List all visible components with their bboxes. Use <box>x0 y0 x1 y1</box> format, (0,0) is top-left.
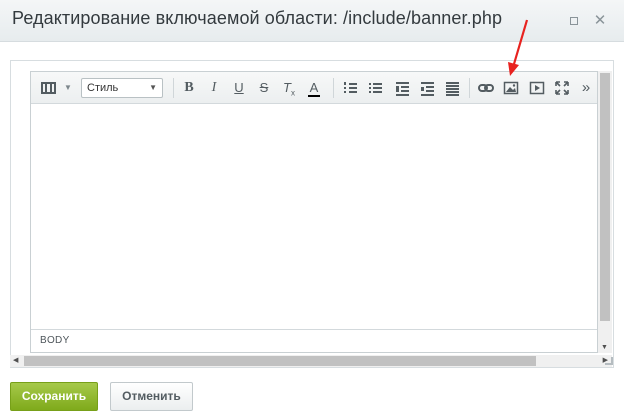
font-color-button[interactable]: A <box>306 77 322 99</box>
unordered-list-icon <box>369 82 382 94</box>
align-icon <box>446 82 459 96</box>
link-button[interactable] <box>477 77 495 99</box>
ordered-list-button[interactable] <box>341 77 359 99</box>
toolbar-divider <box>469 78 470 98</box>
insert-image-button[interactable] <box>502 77 520 99</box>
insert-video-button[interactable] <box>528 77 546 99</box>
editor-status-bar: BODY <box>31 329 597 352</box>
editor-content[interactable] <box>31 105 597 329</box>
resize-grip-icon[interactable] <box>605 357 613 365</box>
outdent-icon <box>421 82 434 96</box>
ordered-list-icon <box>344 82 357 94</box>
expand-box <box>570 17 578 25</box>
style-select[interactable]: Стиль ▼ <box>81 78 163 98</box>
horizontal-scrollbar-thumb[interactable] <box>24 356 536 366</box>
font-color-swatch <box>308 95 320 97</box>
remove-format-icon: T <box>283 80 291 95</box>
horizontal-scrollbar[interactable]: ◀ ▶ <box>10 355 612 367</box>
indent-button[interactable] <box>393 77 411 99</box>
chevron-down-icon: ▼ <box>64 83 72 92</box>
vertical-scrollbar-thumb[interactable] <box>600 73 610 321</box>
scroll-down-arrow-icon[interactable]: ▼ <box>601 344 608 351</box>
status-path-body[interactable]: BODY <box>40 335 70 346</box>
more-button[interactable]: » <box>578 77 594 99</box>
indent-icon <box>396 82 409 96</box>
editor-mode-button[interactable]: ▼ <box>36 77 76 99</box>
include-area-dialog: Редактирование включаемой области: /incl… <box>0 0 624 420</box>
font-color-icon: A <box>309 80 319 95</box>
toolbar-divider <box>173 78 174 98</box>
unordered-list-button[interactable] <box>366 77 384 99</box>
outdent-button[interactable] <box>418 77 436 99</box>
image-icon <box>503 81 519 95</box>
align-button[interactable] <box>443 77 461 99</box>
dialog-title-bar[interactable]: Редактирование включаемой области: /incl… <box>0 0 624 42</box>
scroll-left-arrow-icon[interactable]: ◀ <box>13 355 18 367</box>
remove-format-sub: x <box>290 88 295 98</box>
editor-toolbar: ▼ Стиль ▼ B I U S Tx A » <box>31 72 597 104</box>
toolbar-divider <box>333 78 334 98</box>
bold-button[interactable]: B <box>181 77 197 99</box>
underline-button[interactable]: U <box>231 77 247 99</box>
video-icon <box>529 81 545 95</box>
save-button[interactable]: Сохранить <box>10 382 98 411</box>
dialog-title: Редактирование включаемой области: /incl… <box>12 8 503 28</box>
fullscreen-icon <box>555 81 569 95</box>
remove-format-button[interactable]: Tx <box>281 77 297 99</box>
link-icon <box>478 84 494 92</box>
strikethrough-button[interactable]: S <box>256 77 272 99</box>
cancel-button[interactable]: Отменить <box>110 382 193 411</box>
fullscreen-button[interactable] <box>553 77 571 99</box>
italic-button[interactable]: I <box>206 77 222 99</box>
expand-icon[interactable] <box>566 13 582 29</box>
chevron-down-icon: ▼ <box>149 83 157 92</box>
close-icon[interactable]: ✕ <box>592 13 608 29</box>
html-editor: ▼ Стиль ▼ B I U S Tx A » BODY <box>30 71 598 353</box>
film-icon <box>41 82 56 94</box>
vertical-scrollbar[interactable]: ▼ <box>598 71 612 353</box>
style-select-value: Стиль <box>87 82 119 94</box>
